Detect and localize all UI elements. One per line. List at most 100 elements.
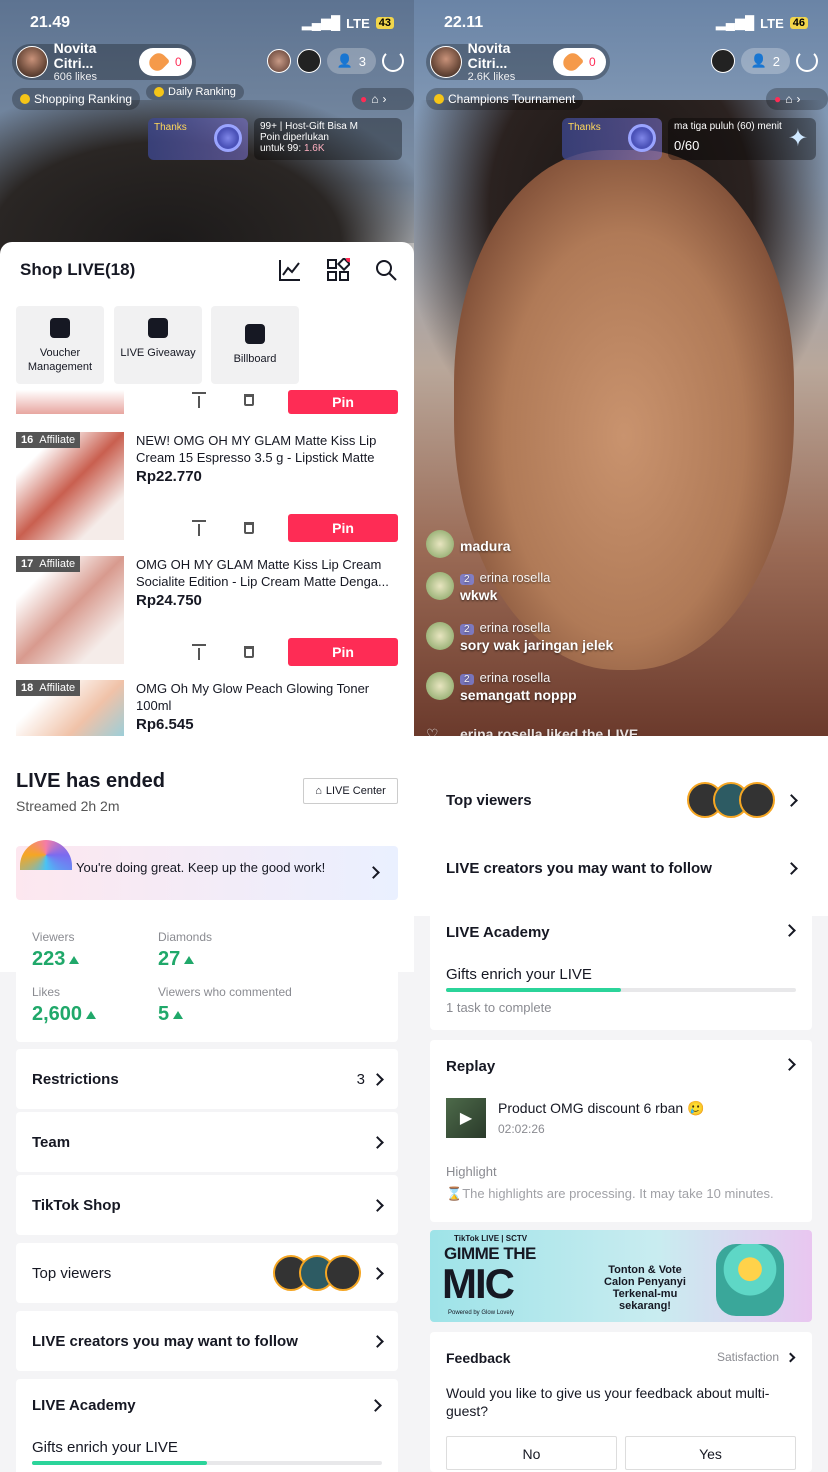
like-button[interactable]: 0 bbox=[552, 48, 606, 76]
product-image bbox=[16, 432, 124, 540]
viewer-avatar[interactable] bbox=[266, 49, 291, 73]
commenters-value: 5 bbox=[158, 1003, 170, 1025]
gift-goal-card[interactable]: 99+ | Host-Gift Bisa M Poin diperlukan u… bbox=[254, 118, 402, 160]
analytics-icon[interactable] bbox=[278, 258, 302, 282]
status-bar: 21.49 ▂▄▆█ LTE 43 bbox=[30, 14, 394, 32]
host-info[interactable]: Novita Citri... 2.6K likes 0 bbox=[426, 40, 610, 83]
avatar[interactable] bbox=[739, 782, 775, 818]
card-title: Replay bbox=[446, 1058, 496, 1075]
promo-brand: TikTok LIVE | SCTV bbox=[454, 1234, 528, 1243]
pin-button[interactable]: Pin bbox=[288, 390, 398, 414]
live-stream-screen: 22.11 ▂▄▆█ LTE 46 Novita Citri... 2.6K like… bbox=[414, 0, 828, 736]
home-pill[interactable]: ● ⌂ › bbox=[352, 88, 414, 110]
sheet-title: Shop LIVE(18) bbox=[20, 260, 136, 279]
pin-to-top-icon[interactable] bbox=[192, 392, 206, 408]
viewer-count: 2 bbox=[772, 53, 780, 69]
pin-to-top-icon[interactable] bbox=[192, 520, 206, 536]
live-academy-card[interactable]: LIVE Academy Gifts enrich your LIVE bbox=[16, 1379, 398, 1472]
heart-outline-icon: ♡ bbox=[426, 726, 439, 736]
top-viewers-row[interactable]: Top viewers bbox=[430, 766, 812, 834]
creators-row[interactable]: LIVE creators you may want to follow bbox=[430, 838, 812, 898]
avatar[interactable] bbox=[325, 1255, 361, 1291]
pin-button[interactable]: Pin bbox=[288, 514, 398, 542]
delete-icon[interactable] bbox=[244, 522, 254, 534]
creators-row[interactable]: LIVE creators you may want to follow bbox=[16, 1311, 398, 1371]
restrictions-row[interactable]: Restrictions 3 bbox=[16, 1049, 398, 1109]
search-icon[interactable] bbox=[374, 258, 398, 282]
viewer-count-button[interactable]: 👤 3 bbox=[326, 48, 376, 74]
live-dot-icon: ● bbox=[774, 92, 782, 106]
encouragement-banner[interactable]: You're doing great. Keep up the good wor… bbox=[16, 840, 398, 900]
stat-value: 5 bbox=[158, 1003, 184, 1026]
arrow-up-icon bbox=[173, 1010, 184, 1019]
row-label: Team bbox=[32, 1133, 71, 1151]
commenter-avatar[interactable] bbox=[426, 530, 454, 558]
power-icon[interactable] bbox=[796, 50, 818, 72]
like-button[interactable]: 0 bbox=[138, 48, 192, 76]
commenter-avatar[interactable] bbox=[426, 672, 454, 700]
commenter-avatar[interactable] bbox=[426, 572, 454, 600]
chevron-right-icon bbox=[367, 866, 380, 879]
ticket-icon bbox=[50, 318, 70, 338]
delete-icon[interactable] bbox=[244, 646, 254, 658]
satisfaction-link[interactable]: Satisfaction bbox=[717, 1350, 796, 1364]
champions-tournament-pill[interactable]: Champions Tournament bbox=[426, 88, 584, 110]
delete-icon[interactable] bbox=[244, 394, 254, 406]
live-center-button[interactable]: ⌂ LIVE Center bbox=[303, 778, 398, 804]
product-number: 16 bbox=[21, 434, 34, 446]
yes-button[interactable]: Yes bbox=[625, 1436, 796, 1470]
stat-value: 2,600 bbox=[32, 1003, 97, 1026]
avatar[interactable] bbox=[16, 46, 48, 78]
camera-feed-face bbox=[454, 150, 794, 670]
battery-icon: 43 bbox=[375, 17, 394, 29]
highlight-label: Highlight bbox=[446, 1164, 497, 1179]
product-image bbox=[16, 556, 124, 664]
replay-card[interactable]: Replay ▶ Product OMG discount 6 rban 🥲 0… bbox=[430, 1040, 812, 1222]
progress-fill bbox=[446, 988, 621, 992]
viewer-avatar[interactable] bbox=[296, 49, 321, 73]
promo-sponsor: Powered by Glow Lovely bbox=[448, 1310, 515, 1316]
avatar[interactable] bbox=[430, 46, 462, 78]
chevron-right-icon bbox=[371, 1334, 384, 1348]
academy-task: Gifts enrich your LIVE bbox=[32, 1439, 178, 1456]
academy-task: Gifts enrich your LIVE bbox=[446, 966, 592, 983]
viewer-count-button[interactable]: 👤 2 bbox=[740, 48, 790, 74]
voucher-management-button[interactable]: Voucher Management bbox=[16, 306, 104, 384]
heart-icon bbox=[146, 49, 171, 75]
promo-line: Tonton & Vote bbox=[608, 1264, 682, 1276]
live-academy-card[interactable]: LIVE Academy Gifts enrich your LIVE 1 ta… bbox=[430, 906, 812, 1030]
viewer-count: 3 bbox=[358, 53, 366, 69]
pin-button[interactable]: Pin bbox=[288, 638, 398, 666]
billboard-button[interactable]: Billboard bbox=[211, 306, 299, 384]
signal-icon: ▂▄▆█ bbox=[715, 15, 755, 30]
clock: 21.49 bbox=[30, 14, 71, 31]
daily-ranking-pill[interactable]: Daily Ranking bbox=[146, 84, 244, 100]
team-row[interactable]: Team bbox=[16, 1112, 398, 1172]
arrow-up-icon bbox=[86, 1010, 97, 1019]
live-giveaway-button[interactable]: LIVE Giveaway bbox=[114, 306, 202, 384]
power-icon[interactable] bbox=[382, 50, 404, 72]
top-right-controls: 👤 3 bbox=[266, 48, 404, 74]
thanks-card[interactable]: Thanks bbox=[148, 118, 248, 160]
promo-banner[interactable]: TikTok LIVE | SCTV GIMME THE MIC Powered… bbox=[430, 1230, 812, 1322]
liked-text: erina rosella liked the LIVE bbox=[460, 726, 639, 736]
tiktok-shop-row[interactable]: TikTok Shop bbox=[16, 1175, 398, 1235]
no-button[interactable]: No bbox=[446, 1436, 617, 1470]
top-viewers-row[interactable]: Top viewers bbox=[16, 1243, 398, 1303]
live-goal-card[interactable]: ma tiga puluh (60) menit 0/60 ✦ bbox=[668, 118, 816, 160]
viewer-avatar[interactable] bbox=[710, 49, 735, 73]
thanks-card[interactable]: Thanks bbox=[562, 118, 662, 160]
tool-label: Voucher Management bbox=[27, 347, 93, 373]
row-label: Restrictions bbox=[32, 1070, 119, 1088]
commenter-avatar[interactable] bbox=[426, 622, 454, 650]
replay-thumbnail[interactable]: ▶ bbox=[446, 1098, 486, 1138]
level-badge: 2 bbox=[460, 574, 474, 585]
chevron-right-icon bbox=[371, 1072, 384, 1086]
tool-label: Billboard bbox=[233, 353, 277, 365]
pin-to-top-icon[interactable] bbox=[192, 644, 206, 660]
product-price: Rp6.545 bbox=[136, 716, 194, 733]
host-info[interactable]: Novita Citri... 606 likes 0 bbox=[12, 40, 196, 83]
shopping-ranking-pill[interactable]: Shopping Ranking bbox=[12, 88, 141, 110]
apps-grid-icon[interactable] bbox=[326, 258, 350, 282]
home-pill[interactable]: ● ⌂ › bbox=[766, 88, 828, 110]
